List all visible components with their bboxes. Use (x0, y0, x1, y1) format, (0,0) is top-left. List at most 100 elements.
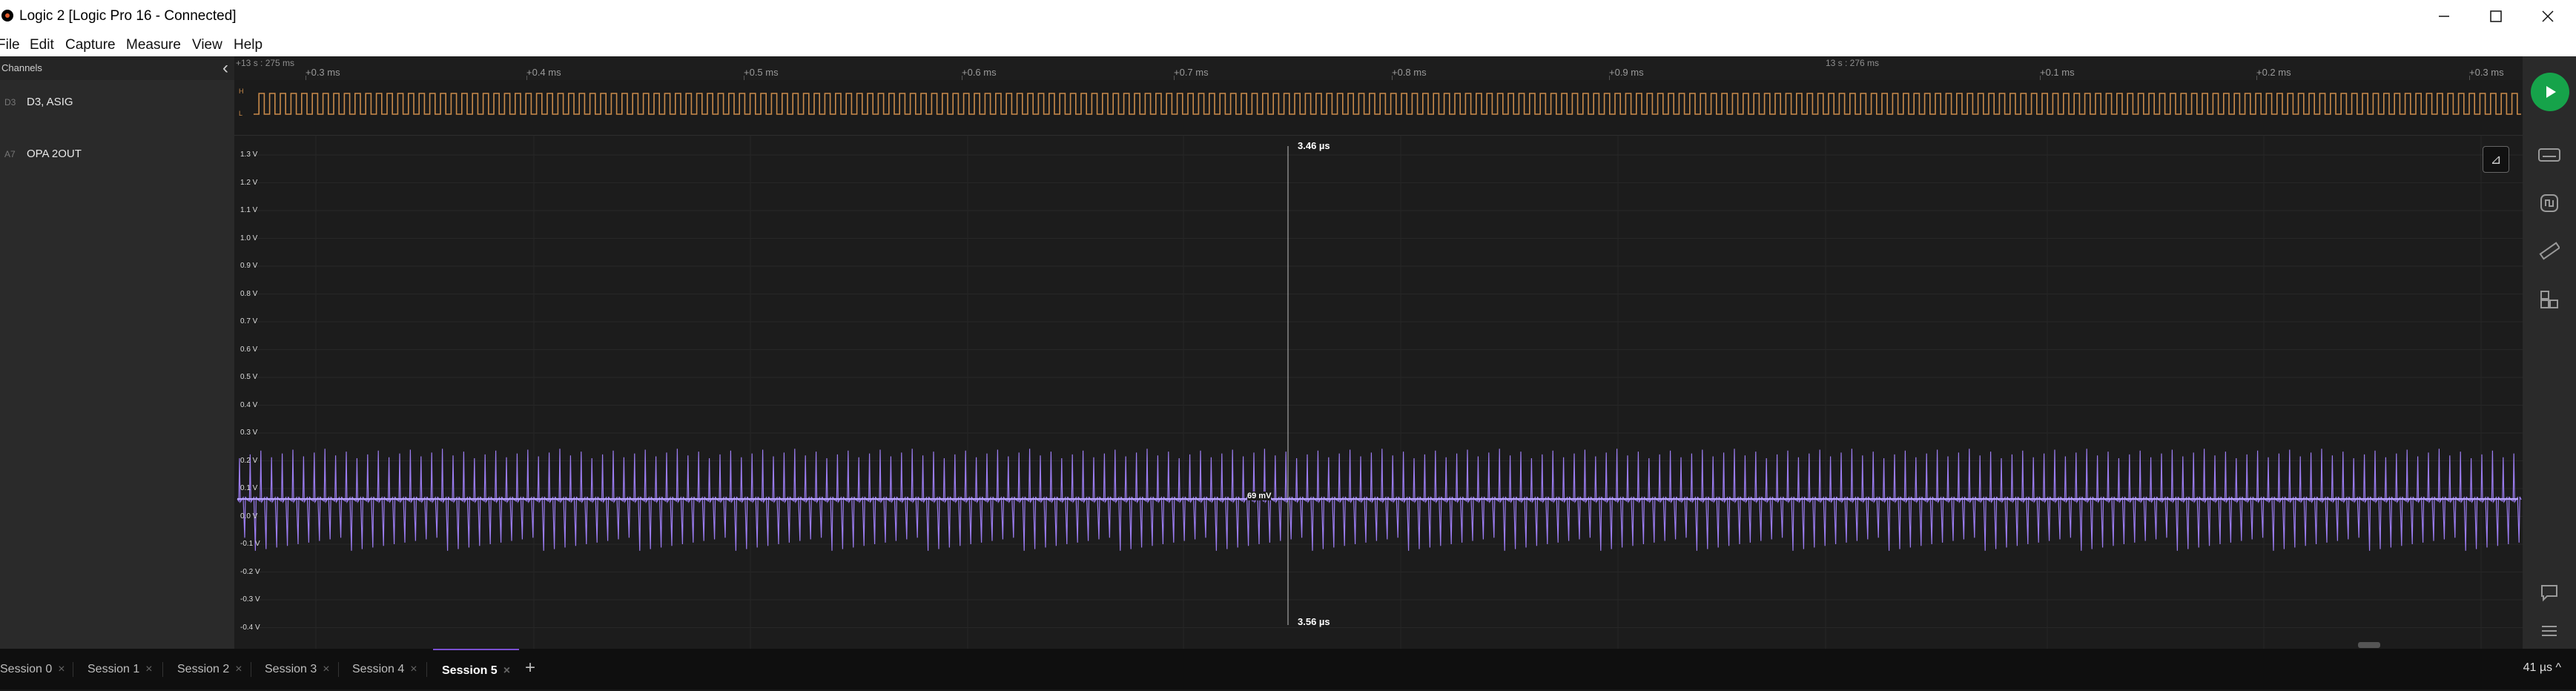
ruler-anchor-label: 13 s : 276 ms (1826, 58, 1880, 68)
analog-channel-track[interactable]: 1.3 V 1.2 V 1.1 V 1.0 V 0.9 V 0.8 V 0.7 V 0.6 V… (234, 136, 2523, 649)
right-toolbar (2523, 56, 2576, 649)
app-logo-icon (1, 10, 13, 22)
y-axis-label: 0.9 V (240, 262, 258, 270)
digital-waveform (254, 93, 2521, 115)
minimize-button[interactable] (2422, 3, 2466, 30)
maximize-button[interactable] (2474, 3, 2518, 30)
y-axis-label: 1.0 V (240, 234, 258, 242)
ruler-tick-label: +0.1 ms (2040, 67, 2075, 78)
close-tab-icon[interactable]: × (410, 663, 417, 676)
y-axis-label: 0.7 V (240, 317, 258, 325)
menu-view[interactable]: View (192, 37, 222, 53)
channel-name[interactable]: OPA 2OUT (27, 148, 82, 160)
timing-icon (2540, 194, 2558, 212)
tab-label: Session 0 (0, 662, 53, 675)
tab-session-2[interactable]: Session 2 × (177, 649, 242, 690)
close-tab-icon[interactable]: × (503, 664, 510, 678)
ruler-icon (2539, 242, 2560, 260)
y-axis-label: 0.2 V (240, 456, 258, 465)
notes-button[interactable] (2537, 580, 2562, 605)
ruler-tick-label: +0.3 ms (306, 67, 340, 78)
close-icon (2542, 10, 2554, 22)
window-title: Logic 2 [Logic Pro 16 - Connected] (19, 8, 237, 24)
extensions-button[interactable] (2537, 287, 2562, 312)
top-marker-label: 3.46 µs (1298, 140, 1330, 151)
time-ruler[interactable]: +13 s : 275 ms 13 s : 276 ms +0.3 ms +0.4… (234, 56, 2523, 81)
play-icon (2546, 86, 2556, 98)
tab-session-0[interactable]: Session 0 × (0, 649, 65, 690)
tab-label: Session 1 (87, 662, 140, 675)
ruler-tick-label: +0.7 ms (1174, 67, 1209, 78)
ruler-tick-label: +0.4 ms (526, 67, 561, 78)
y-axis-label: -0.3 V (240, 595, 260, 604)
analog-settings-button[interactable]: ⊿ (2483, 146, 2509, 173)
channel-index: A7 (4, 149, 16, 159)
add-session-button[interactable]: + (525, 658, 535, 678)
keyboard-icon (2538, 148, 2560, 162)
ruler-tick-label: +0.2 ms (2256, 67, 2291, 78)
tab-label: Session 3 (265, 662, 317, 675)
ruler-tick-label: +0.6 ms (962, 67, 997, 78)
analog-waveform (237, 136, 2523, 649)
y-axis-label: 0.3 V (240, 429, 258, 437)
channels-header-label: Channels (1, 62, 42, 73)
extensions-icon (2540, 291, 2558, 308)
tab-session-4[interactable]: Session 4 × (352, 649, 417, 690)
ruler-tick-label: +0.9 ms (1609, 67, 1644, 78)
close-tab-icon[interactable]: × (58, 663, 65, 676)
comment-icon (2541, 585, 2557, 602)
y-axis-label: 0.1 V (240, 484, 258, 492)
y-axis-label: -0.4 V (240, 623, 260, 632)
waveform-mini-icon: ⊿ (2490, 151, 2502, 167)
maximize-icon (2490, 10, 2502, 22)
session-tab-bar: Session 0 × Session 1 × Session 2 × Session… (0, 649, 2576, 690)
collapse-sidebar-icon[interactable]: ‹ (222, 58, 228, 79)
hamburger-icon (2542, 626, 2557, 636)
channels-sidebar: Channels ‹ D3 D3, ASIG A7 OPA 2OUT (0, 56, 235, 649)
tab-session-5[interactable]: Session 5 × (433, 649, 520, 691)
minimize-icon (2439, 16, 2449, 17)
channel-index: D3 (4, 97, 16, 108)
tab-session-1[interactable]: Session 1 × (87, 649, 153, 690)
tab-session-3[interactable]: Session 3 × (265, 649, 330, 690)
waveform-view[interactable]: +13 s : 275 ms 13 s : 276 ms +0.3 ms +0.4… (234, 56, 2523, 649)
value-readout: 69 mV (1247, 492, 1272, 500)
measurements-button[interactable] (2537, 239, 2562, 264)
channels-header: Channels ‹ (0, 56, 234, 80)
y-axis-label: 0.6 V (240, 345, 258, 354)
menu-help[interactable]: Help (234, 37, 262, 53)
y-axis-label: -0.2 V (240, 567, 260, 576)
start-capture-button[interactable] (2531, 73, 2569, 111)
channel-name[interactable]: D3, ASIG (27, 96, 73, 108)
ruler-anchor-label: +13 s : 275 ms (236, 58, 295, 68)
tab-label: Session 4 (352, 662, 405, 675)
channel-row-d3[interactable]: D3 D3, ASIG (0, 90, 234, 128)
device-settings-button[interactable] (2537, 142, 2562, 168)
menu-file[interactable]: File (0, 37, 20, 53)
menu-measure[interactable]: Measure (126, 37, 181, 53)
digital-signal-trace (254, 93, 2521, 115)
menu-edit[interactable]: Edit (30, 37, 54, 53)
main-menu-button[interactable] (2537, 618, 2562, 644)
tab-label: Session 5 (442, 664, 498, 677)
analyzers-button[interactable] (2537, 191, 2562, 216)
menu-capture[interactable]: Capture (65, 37, 116, 53)
menu-bar: File Edit Capture Measure View Help (0, 33, 2576, 56)
digital-channel-track[interactable]: H L (234, 80, 2523, 136)
channel-row-a7[interactable]: A7 OPA 2OUT (0, 142, 234, 179)
tab-label: Session 2 (177, 662, 230, 675)
close-window-button[interactable] (2526, 3, 2570, 30)
bottom-marker-label: 3.56 µs (1298, 616, 1330, 627)
close-tab-icon[interactable]: × (145, 663, 152, 676)
close-tab-icon[interactable]: × (323, 663, 329, 676)
y-axis-label: 0.8 V (240, 289, 258, 298)
title-bar: Logic 2 [Logic Pro 16 - Connected] (0, 0, 2576, 33)
ruler-tick-label: +0.8 ms (1392, 67, 1427, 78)
zoom-level-readout[interactable]: 41 µs ^ (2523, 661, 2561, 675)
close-tab-icon[interactable]: × (235, 663, 242, 676)
y-axis-label: 0.5 V (240, 373, 258, 381)
horizontal-scrollbar[interactable] (2358, 642, 2380, 648)
y-axis-label: 1.2 V (240, 178, 258, 187)
y-axis-label: 0.0 V (240, 512, 258, 520)
y-axis-label: 1.1 V (240, 206, 258, 214)
